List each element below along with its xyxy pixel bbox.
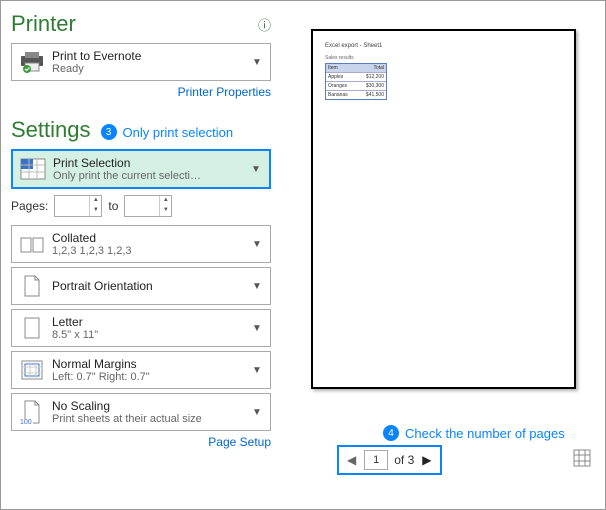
pages-label: Pages: — [11, 199, 48, 213]
print-selection-icon — [19, 155, 47, 183]
collated-icon — [18, 230, 46, 258]
paper-title: Letter — [52, 315, 252, 329]
preview-td: Bananas — [326, 91, 357, 99]
next-page-button[interactable]: ▶ — [420, 453, 433, 467]
printer-properties-link[interactable]: Printer Properties — [11, 85, 271, 99]
spin-down-icon[interactable]: ▼ — [90, 206, 101, 216]
prev-page-button[interactable]: ◀ — [345, 453, 358, 467]
paper-sub: 8.5" x 11" — [52, 329, 252, 341]
scaling-icon: 100 — [18, 398, 46, 426]
scaling-title: No Scaling — [52, 399, 252, 413]
settings-heading: Settings — [11, 117, 91, 143]
show-margins-button[interactable] — [573, 449, 591, 467]
pages-to-input[interactable]: ▲▼ — [124, 195, 172, 217]
printer-dropdown[interactable]: Print to Evernote Ready ▼ — [11, 43, 271, 81]
callout-4: 4 Check the number of pages — [383, 425, 565, 441]
print-area-sub: Only print the current selecti… — [53, 170, 251, 182]
callout-3: 3 Only print selection — [101, 124, 234, 140]
orientation-dropdown[interactable]: Portrait Orientation ▼ — [11, 267, 271, 305]
preview-td: $12,200 — [357, 73, 386, 81]
chevron-down-icon: ▼ — [252, 239, 264, 250]
chevron-down-icon: ▼ — [251, 164, 263, 175]
info-icon[interactable]: ⓘ — [258, 15, 271, 34]
page-of-label: of 3 — [394, 453, 414, 467]
preview-td: Oranges — [326, 82, 357, 90]
callout-4-num: 4 — [383, 425, 399, 441]
spin-up-icon[interactable]: ▲ — [160, 196, 171, 206]
paper-icon — [18, 314, 46, 342]
chevron-down-icon: ▼ — [252, 57, 264, 68]
printer-heading: Printer ⓘ — [11, 11, 271, 37]
printer-icon — [18, 48, 46, 76]
scaling-dropdown[interactable]: 100 No Scaling Print sheets at their act… — [11, 393, 271, 431]
orientation-title: Portrait Orientation — [52, 279, 252, 293]
scaling-sub: Print sheets at their actual size — [52, 413, 252, 425]
chevron-down-icon: ▼ — [252, 407, 264, 418]
settings-heading-text: Settings — [11, 117, 91, 143]
margins-dropdown[interactable]: Normal Margins Left: 0.7" Right: 0.7" ▼ — [11, 351, 271, 389]
print-area-dropdown[interactable]: Print Selection Only print the current s… — [11, 149, 271, 189]
preview-doc-title: Excel export - Sheet1 — [325, 43, 562, 49]
printer-heading-text: Printer — [11, 11, 76, 37]
callout-3-num: 3 — [101, 124, 117, 140]
preview-td: $41,500 — [357, 91, 386, 99]
collation-sub: 1,2,3 1,2,3 1,2,3 — [52, 245, 252, 257]
chevron-down-icon: ▼ — [252, 281, 264, 292]
preview-td: Apples — [326, 73, 357, 81]
preview-label: Sales results — [325, 55, 562, 61]
callout-3-text: Only print selection — [123, 125, 234, 140]
print-area-title: Print Selection — [53, 156, 251, 170]
print-preview: Excel export - Sheet1 Sales results Item… — [311, 29, 576, 389]
collation-title: Collated — [52, 231, 252, 245]
preview-th: Total — [357, 64, 386, 72]
spin-down-icon[interactable]: ▼ — [160, 206, 171, 216]
preview-th: Item — [326, 64, 357, 72]
scaling-badge: 100 — [19, 419, 33, 426]
collation-dropdown[interactable]: Collated 1,2,3 1,2,3 1,2,3 ▼ — [11, 225, 271, 263]
printer-status: Ready — [52, 63, 252, 75]
page-setup-link[interactable]: Page Setup — [11, 435, 271, 449]
chevron-down-icon: ▼ — [252, 365, 264, 376]
spin-up-icon[interactable]: ▲ — [90, 196, 101, 206]
portrait-icon — [18, 272, 46, 300]
pages-to-label: to — [108, 199, 118, 213]
chevron-down-icon: ▼ — [252, 323, 264, 334]
pages-from-input[interactable]: ▲▼ — [54, 195, 102, 217]
margins-icon — [18, 356, 46, 384]
pages-row: Pages: ▲▼ to ▲▼ — [11, 195, 271, 217]
preview-td: $30,300 — [357, 82, 386, 90]
callout-4-text: Check the number of pages — [405, 426, 565, 441]
margins-sub: Left: 0.7" Right: 0.7" — [52, 371, 252, 383]
printer-name: Print to Evernote — [52, 49, 252, 63]
preview-table: Item Total Apples $12,200 Oranges $30,30… — [325, 63, 387, 100]
current-page-input[interactable]: 1 — [364, 450, 388, 470]
margins-title: Normal Margins — [52, 357, 252, 371]
paper-size-dropdown[interactable]: Letter 8.5" x 11" ▼ — [11, 309, 271, 347]
page-navigator: ◀ 1 of 3 ▶ — [337, 445, 442, 475]
